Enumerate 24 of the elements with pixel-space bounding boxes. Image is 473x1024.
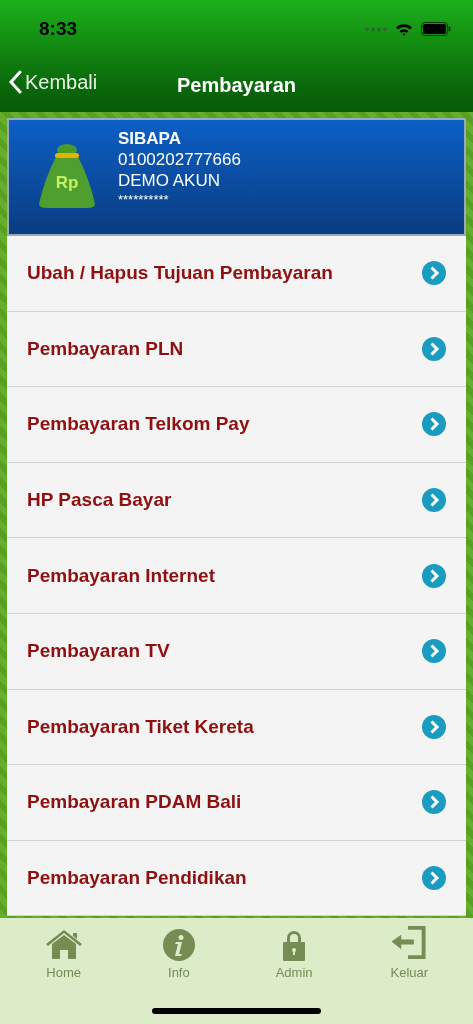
chevron-right-icon	[422, 714, 446, 739]
account-holder: DEMO AKUN	[118, 169, 222, 191]
chevron-right-icon	[422, 790, 446, 815]
account-number: 0100202777666	[118, 148, 241, 170]
chevron-right-icon	[422, 336, 446, 361]
battery-icon	[421, 22, 451, 36]
chevron-right-icon	[422, 261, 446, 286]
home-icon	[44, 929, 83, 961]
info-icon	[162, 929, 195, 961]
chevron-right-icon	[422, 412, 446, 437]
chevron-right-icon	[422, 866, 446, 891]
masked-password: **********	[118, 190, 170, 209]
exit-icon	[390, 924, 429, 961]
lock-icon	[282, 929, 307, 961]
account-name: SIBAPA	[118, 127, 182, 149]
signal-icon	[365, 26, 387, 32]
chevron-left-icon	[8, 70, 22, 94]
status-time: 8:33	[39, 18, 78, 40]
page-title: Pembayaran	[177, 73, 296, 97]
chevron-right-icon	[422, 639, 446, 664]
chevron-right-icon	[422, 563, 446, 588]
back-button[interactable]: Kembali	[8, 70, 98, 94]
wifi-icon	[395, 22, 413, 36]
chevron-right-icon	[422, 488, 446, 513]
